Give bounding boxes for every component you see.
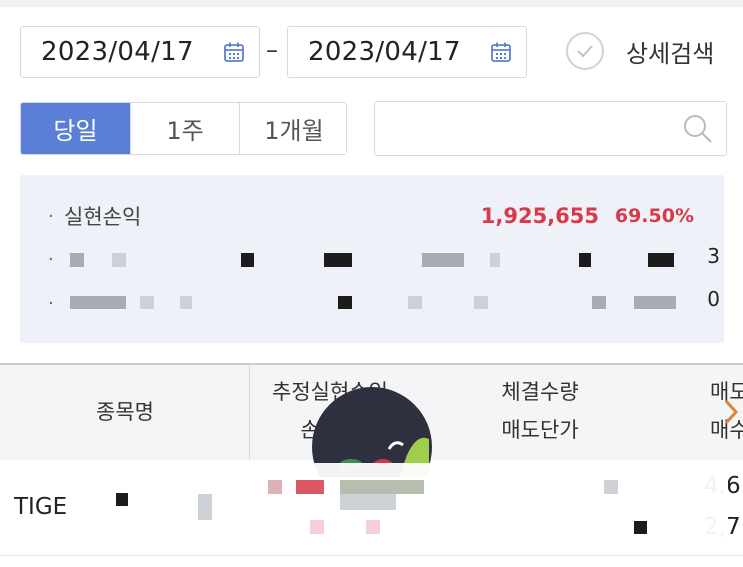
header-stock-name: 종목명	[96, 400, 154, 424]
end-date-value: 2023/04/17	[308, 37, 461, 67]
redaction-block	[366, 520, 380, 534]
redaction-block	[604, 480, 618, 494]
redaction-block	[579, 253, 591, 267]
redaction-block	[70, 296, 126, 309]
redaction-block	[324, 253, 352, 267]
redaction-block	[490, 253, 500, 267]
realized-pl-rate: 69.50%	[614, 205, 694, 227]
stock-name: TIGE	[14, 494, 68, 520]
detail-search-label: 상세검색	[626, 39, 715, 68]
period-1month-button[interactable]: 1개월	[240, 103, 346, 154]
redaction-block	[116, 493, 128, 506]
summary-row3-value: 0	[707, 287, 720, 311]
top-strip	[0, 0, 743, 7]
redaction-block	[338, 296, 352, 309]
column-divider	[249, 365, 250, 460]
redaction-block	[340, 480, 424, 494]
start-date-value: 2023/04/17	[41, 37, 194, 67]
redaction-overlay	[68, 463, 728, 555]
redaction-block	[198, 494, 212, 520]
search-box	[374, 101, 727, 156]
realized-pl-label: 실현손익	[64, 205, 142, 229]
date-separator: –	[266, 36, 278, 64]
calendar-icon	[224, 42, 244, 62]
redaction-block	[634, 296, 676, 309]
redaction-block	[70, 253, 84, 267]
period-1week-button[interactable]: 1주	[131, 103, 240, 154]
redaction-block	[340, 494, 396, 510]
period-today-button[interactable]: 당일	[21, 103, 131, 154]
realized-pl-amount: 1,925,655	[480, 204, 599, 228]
redaction-block	[112, 253, 126, 267]
redaction-block	[241, 253, 254, 267]
redaction-block	[268, 480, 282, 494]
redaction-block	[296, 480, 324, 494]
redaction-block	[310, 520, 324, 534]
detail-search-toggle[interactable]: 상세검색	[566, 32, 714, 70]
redaction-block	[474, 296, 488, 309]
redaction-block	[180, 296, 192, 309]
header-sell-price: 매도단가	[501, 418, 579, 442]
redaction-block	[422, 253, 464, 267]
checkmark-circle-icon	[566, 32, 604, 70]
summary-panel: · 실현손익 1,925,655 69.50% · 3 · 0	[20, 175, 724, 343]
realized-pl-row: · 실현손익 1,925,655 69.50%	[48, 201, 694, 231]
chevron-right-icon[interactable]	[723, 398, 739, 426]
end-date-field[interactable]: 2023/04/17	[287, 26, 527, 78]
summary-row2-value: 3	[707, 244, 720, 268]
period-selector: 당일 1주 1개월	[20, 102, 347, 155]
search-icon[interactable]	[682, 113, 714, 145]
redaction-block	[648, 253, 674, 267]
search-input[interactable]	[387, 102, 681, 154]
redaction-block	[140, 296, 154, 309]
redaction-block	[592, 296, 606, 309]
redaction-block	[634, 521, 647, 534]
calendar-icon	[491, 42, 511, 62]
start-date-field[interactable]: 2023/04/17	[20, 26, 260, 78]
summary-row-redacted: ·	[48, 248, 54, 270]
header-exec-qty: 체결수량	[501, 380, 579, 404]
redaction-block	[408, 296, 422, 309]
